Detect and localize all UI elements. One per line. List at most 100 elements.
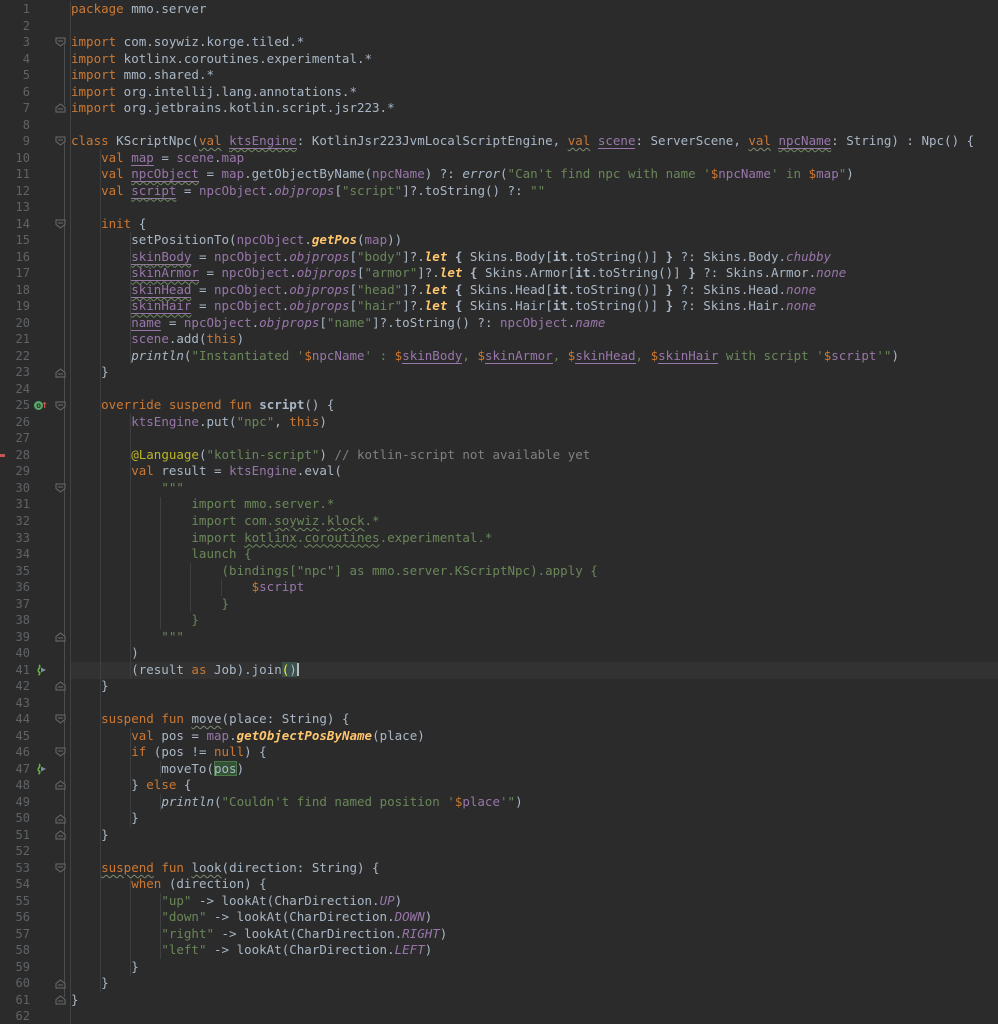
code-text[interactable]: override suspend fun script() {	[71, 397, 334, 414]
code-text[interactable]: "left" -> lookAt(CharDirection.LEFT)	[71, 942, 432, 959]
fold-marker-collapse[interactable]	[52, 714, 68, 724]
code-line[interactable]: 47 moveTo(pos)	[0, 761, 998, 778]
code-line[interactable]: 61}	[0, 992, 998, 1009]
override-method-icon[interactable]: o↑	[34, 397, 48, 412]
code-text[interactable]: }	[71, 612, 199, 629]
code-line[interactable]: 24	[0, 381, 998, 398]
fold-marker-end[interactable]	[52, 632, 68, 642]
code-line[interactable]: 32 import com.soywiz.klock.*	[0, 513, 998, 530]
code-line[interactable]: 37 }	[0, 596, 998, 613]
code-line[interactable]: 20 name = npcObject.objprops["name"]?.to…	[0, 315, 998, 332]
code-text[interactable]: "down" -> lookAt(CharDirection.DOWN)	[71, 909, 432, 926]
gutter[interactable]: 48	[0, 777, 71, 794]
gutter[interactable]: 33	[0, 530, 71, 547]
code-line[interactable]: 6import org.intellij.lang.annotations.*	[0, 84, 998, 101]
gutter[interactable]: 39	[0, 629, 71, 646]
gutter[interactable]: 44	[0, 711, 71, 728]
code-line[interactable]: 12 val script = npcObject.objprops["scri…	[0, 183, 998, 200]
code-line[interactable]: 25o↑ override suspend fun script() {	[0, 397, 998, 414]
code-text[interactable]: """	[71, 629, 184, 646]
code-text[interactable]: skinArmor = npcObject.objprops["armor"]?…	[71, 265, 846, 282]
gutter[interactable]: 42	[0, 678, 71, 695]
gutter[interactable]: 28	[0, 447, 71, 464]
gutter[interactable]: 19	[0, 298, 71, 315]
fold-marker-collapse[interactable]	[52, 401, 68, 411]
code-line[interactable]: 11 val npcObject = map.getObjectByName(n…	[0, 166, 998, 183]
gutter[interactable]: 1	[0, 1, 71, 18]
gutter[interactable]: 41	[0, 662, 71, 679]
code-line[interactable]: 55 "up" -> lookAt(CharDirection.UP)	[0, 893, 998, 910]
gutter[interactable]: 51	[0, 827, 71, 844]
gutter[interactable]: 12	[0, 183, 71, 200]
gutter[interactable]: 35	[0, 563, 71, 580]
gutter[interactable]: 57	[0, 926, 71, 943]
gutter[interactable]: 59	[0, 959, 71, 976]
gutter[interactable]: 21	[0, 331, 71, 348]
gutter[interactable]: 29	[0, 463, 71, 480]
code-text[interactable]: (bindings["npc"] as mmo.server.KScriptNp…	[71, 563, 598, 580]
fold-marker-collapse[interactable]	[52, 37, 68, 47]
code-line[interactable]: 29 val result = ktsEngine.eval(	[0, 463, 998, 480]
code-text[interactable]: import org.jetbrains.kotlin.script.jsr22…	[71, 100, 395, 117]
gutter[interactable]: 23	[0, 364, 71, 381]
code-text[interactable]: println("Instantiated '$npcName' : $skin…	[71, 348, 899, 365]
gutter[interactable]: 38	[0, 612, 71, 629]
code-text[interactable]: val npcObject = map.getObjectByName(npcN…	[71, 166, 854, 183]
gutter[interactable]: 45	[0, 728, 71, 745]
code-text[interactable]: import com.soywiz.korge.tiled.*	[71, 34, 304, 51]
code-text[interactable]: } else {	[71, 777, 191, 794]
gutter[interactable]: 61	[0, 992, 71, 1009]
code-line[interactable]: 51 }	[0, 827, 998, 844]
code-editor[interactable]: 1package mmo.server 23 import com.soywiz.k…	[0, 0, 998, 1024]
code-line[interactable]: 59 }	[0, 959, 998, 976]
code-text[interactable]: init {	[71, 216, 146, 233]
gutter[interactable]: 34	[0, 546, 71, 563]
code-text[interactable]: val pos = map.getObjectPosByName(place)	[71, 728, 425, 745]
code-text[interactable]: }	[71, 810, 139, 827]
fold-marker-end[interactable]	[52, 979, 68, 989]
code-line[interactable]: 9class KScriptNpc(val ktsEngine: KotlinJ…	[0, 133, 998, 150]
code-line[interactable]: 49 println("Couldn't find named position…	[0, 794, 998, 811]
gutter[interactable]: 13	[0, 199, 71, 216]
gutter[interactable]: 25o↑	[0, 397, 71, 414]
gutter[interactable]: 53	[0, 860, 71, 877]
code-line[interactable]: 34 launch {	[0, 546, 998, 563]
fold-marker-collapse[interactable]	[52, 747, 68, 757]
gutter[interactable]: 54	[0, 876, 71, 893]
gutter[interactable]: 58	[0, 942, 71, 959]
gutter[interactable]: 9	[0, 133, 71, 150]
fold-marker-collapse[interactable]	[52, 136, 68, 146]
gutter[interactable]: 5	[0, 67, 71, 84]
code-text[interactable]: }	[71, 678, 109, 695]
code-line[interactable]: 33 import kotlinx.coroutines.experimenta…	[0, 530, 998, 547]
fold-marker-end[interactable]	[52, 995, 68, 1005]
code-text[interactable]: import kotlinx.coroutines.experimental.*	[71, 530, 492, 547]
code-line[interactable]: 14 init {	[0, 216, 998, 233]
code-line[interactable]: 44 suspend fun move(place: String) {	[0, 711, 998, 728]
code-line[interactable]: 27	[0, 430, 998, 447]
code-text[interactable]: moveTo(pos)	[71, 761, 244, 778]
code-text[interactable]: package mmo.server	[71, 1, 206, 18]
code-line[interactable]: 35 (bindings["npc"] as mmo.server.KScrip…	[0, 563, 998, 580]
code-line[interactable]: 31 import mmo.server.*	[0, 496, 998, 513]
gutter[interactable]: 18	[0, 282, 71, 299]
code-line[interactable]: 40 )	[0, 645, 998, 662]
code-line[interactable]: 39 """	[0, 629, 998, 646]
code-line[interactable]: 5import mmo.shared.*	[0, 67, 998, 84]
fold-marker-collapse[interactable]	[52, 863, 68, 873]
code-line[interactable]: 56 "down" -> lookAt(CharDirection.DOWN)	[0, 909, 998, 926]
code-line[interactable]: 17 skinArmor = npcObject.objprops["armor…	[0, 265, 998, 282]
gutter[interactable]: 2	[0, 18, 71, 35]
gutter[interactable]: 4	[0, 51, 71, 68]
code-line[interactable]: 36 $script	[0, 579, 998, 596]
code-line[interactable]: 30 """	[0, 480, 998, 497]
gutter[interactable]: 50	[0, 810, 71, 827]
suspend-call-icon[interactable]	[30, 763, 52, 775]
fold-marker-end[interactable]	[52, 830, 68, 840]
gutter[interactable]: 24	[0, 381, 71, 398]
code-line[interactable]: 54 when (direction) {	[0, 876, 998, 893]
gutter[interactable]: 32	[0, 513, 71, 530]
code-line[interactable]: 62	[0, 1008, 998, 1024]
code-line[interactable]: 42 }	[0, 678, 998, 695]
code-text[interactable]: }	[71, 364, 109, 381]
